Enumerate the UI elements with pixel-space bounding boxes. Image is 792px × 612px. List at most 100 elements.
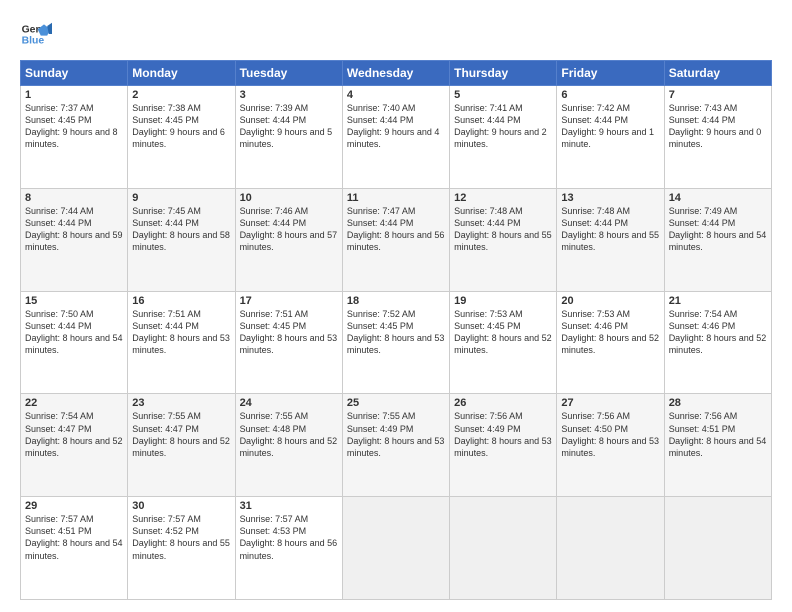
calendar-day-cell: 8 Sunrise: 7:44 AMSunset: 4:44 PMDayligh…	[21, 188, 128, 291]
calendar-day-cell: 26 Sunrise: 7:56 AMSunset: 4:49 PMDaylig…	[450, 394, 557, 497]
calendar-day-cell: 12 Sunrise: 7:48 AMSunset: 4:44 PMDaylig…	[450, 188, 557, 291]
calendar-day-cell: 5 Sunrise: 7:41 AMSunset: 4:44 PMDayligh…	[450, 86, 557, 189]
calendar-day-cell: 22 Sunrise: 7:54 AMSunset: 4:47 PMDaylig…	[21, 394, 128, 497]
calendar-day-cell: 23 Sunrise: 7:55 AMSunset: 4:47 PMDaylig…	[128, 394, 235, 497]
day-number: 10	[240, 192, 338, 204]
day-info: Sunrise: 7:53 AMSunset: 4:45 PMDaylight:…	[454, 308, 552, 357]
calendar-day-cell: 6 Sunrise: 7:42 AMSunset: 4:44 PMDayligh…	[557, 86, 664, 189]
calendar-day-cell: 24 Sunrise: 7:55 AMSunset: 4:48 PMDaylig…	[235, 394, 342, 497]
day-info: Sunrise: 7:39 AMSunset: 4:44 PMDaylight:…	[240, 102, 338, 151]
day-number: 6	[561, 89, 659, 101]
day-number: 25	[347, 397, 445, 409]
calendar-day-cell: 10 Sunrise: 7:46 AMSunset: 4:44 PMDaylig…	[235, 188, 342, 291]
calendar-day-cell: 20 Sunrise: 7:53 AMSunset: 4:46 PMDaylig…	[557, 291, 664, 394]
calendar-week-row: 29 Sunrise: 7:57 AMSunset: 4:51 PMDaylig…	[21, 497, 772, 600]
logo-icon: General Blue	[20, 18, 52, 50]
calendar-day-cell: 2 Sunrise: 7:38 AMSunset: 4:45 PMDayligh…	[128, 86, 235, 189]
day-number: 31	[240, 500, 338, 512]
day-info: Sunrise: 7:48 AMSunset: 4:44 PMDaylight:…	[454, 205, 552, 254]
day-number: 16	[132, 295, 230, 307]
day-number: 24	[240, 397, 338, 409]
day-info: Sunrise: 7:53 AMSunset: 4:46 PMDaylight:…	[561, 308, 659, 357]
day-info: Sunrise: 7:55 AMSunset: 4:47 PMDaylight:…	[132, 410, 230, 459]
day-info: Sunrise: 7:40 AMSunset: 4:44 PMDaylight:…	[347, 102, 445, 151]
day-number: 9	[132, 192, 230, 204]
day-info: Sunrise: 7:37 AMSunset: 4:45 PMDaylight:…	[25, 102, 123, 151]
calendar-week-row: 15 Sunrise: 7:50 AMSunset: 4:44 PMDaylig…	[21, 291, 772, 394]
day-number: 23	[132, 397, 230, 409]
calendar-empty-cell	[557, 497, 664, 600]
day-number: 21	[669, 295, 767, 307]
svg-text:Blue: Blue	[22, 36, 45, 47]
calendar-day-cell: 13 Sunrise: 7:48 AMSunset: 4:44 PMDaylig…	[557, 188, 664, 291]
day-info: Sunrise: 7:55 AMSunset: 4:48 PMDaylight:…	[240, 410, 338, 459]
calendar-header-friday: Friday	[557, 61, 664, 86]
calendar-day-cell: 9 Sunrise: 7:45 AMSunset: 4:44 PMDayligh…	[128, 188, 235, 291]
day-number: 20	[561, 295, 659, 307]
day-info: Sunrise: 7:41 AMSunset: 4:44 PMDaylight:…	[454, 102, 552, 151]
day-info: Sunrise: 7:51 AMSunset: 4:44 PMDaylight:…	[132, 308, 230, 357]
day-info: Sunrise: 7:45 AMSunset: 4:44 PMDaylight:…	[132, 205, 230, 254]
day-number: 17	[240, 295, 338, 307]
day-number: 26	[454, 397, 552, 409]
day-info: Sunrise: 7:42 AMSunset: 4:44 PMDaylight:…	[561, 102, 659, 151]
day-number: 19	[454, 295, 552, 307]
day-info: Sunrise: 7:54 AMSunset: 4:47 PMDaylight:…	[25, 410, 123, 459]
day-info: Sunrise: 7:38 AMSunset: 4:45 PMDaylight:…	[132, 102, 230, 151]
day-info: Sunrise: 7:57 AMSunset: 4:51 PMDaylight:…	[25, 513, 123, 562]
day-info: Sunrise: 7:56 AMSunset: 4:51 PMDaylight:…	[669, 410, 767, 459]
calendar-week-row: 1 Sunrise: 7:37 AMSunset: 4:45 PMDayligh…	[21, 86, 772, 189]
calendar-day-cell: 18 Sunrise: 7:52 AMSunset: 4:45 PMDaylig…	[342, 291, 449, 394]
calendar-week-row: 22 Sunrise: 7:54 AMSunset: 4:47 PMDaylig…	[21, 394, 772, 497]
calendar-header-tuesday: Tuesday	[235, 61, 342, 86]
calendar-header-sunday: Sunday	[21, 61, 128, 86]
calendar-day-cell: 30 Sunrise: 7:57 AMSunset: 4:52 PMDaylig…	[128, 497, 235, 600]
calendar-day-cell: 29 Sunrise: 7:57 AMSunset: 4:51 PMDaylig…	[21, 497, 128, 600]
calendar-day-cell: 3 Sunrise: 7:39 AMSunset: 4:44 PMDayligh…	[235, 86, 342, 189]
day-number: 27	[561, 397, 659, 409]
day-number: 12	[454, 192, 552, 204]
day-number: 7	[669, 89, 767, 101]
day-info: Sunrise: 7:56 AMSunset: 4:50 PMDaylight:…	[561, 410, 659, 459]
day-number: 2	[132, 89, 230, 101]
day-info: Sunrise: 7:47 AMSunset: 4:44 PMDaylight:…	[347, 205, 445, 254]
day-number: 13	[561, 192, 659, 204]
day-info: Sunrise: 7:48 AMSunset: 4:44 PMDaylight:…	[561, 205, 659, 254]
day-number: 30	[132, 500, 230, 512]
calendar-header-monday: Monday	[128, 61, 235, 86]
calendar-week-row: 8 Sunrise: 7:44 AMSunset: 4:44 PMDayligh…	[21, 188, 772, 291]
day-info: Sunrise: 7:54 AMSunset: 4:46 PMDaylight:…	[669, 308, 767, 357]
calendar-day-cell: 17 Sunrise: 7:51 AMSunset: 4:45 PMDaylig…	[235, 291, 342, 394]
calendar-day-cell: 21 Sunrise: 7:54 AMSunset: 4:46 PMDaylig…	[664, 291, 771, 394]
logo: General Blue	[20, 18, 58, 50]
calendar-day-cell: 31 Sunrise: 7:57 AMSunset: 4:53 PMDaylig…	[235, 497, 342, 600]
calendar-day-cell: 4 Sunrise: 7:40 AMSunset: 4:44 PMDayligh…	[342, 86, 449, 189]
header: General Blue	[20, 18, 772, 50]
calendar-day-cell: 1 Sunrise: 7:37 AMSunset: 4:45 PMDayligh…	[21, 86, 128, 189]
day-number: 11	[347, 192, 445, 204]
day-number: 15	[25, 295, 123, 307]
day-info: Sunrise: 7:44 AMSunset: 4:44 PMDaylight:…	[25, 205, 123, 254]
day-number: 14	[669, 192, 767, 204]
calendar-day-cell: 14 Sunrise: 7:49 AMSunset: 4:44 PMDaylig…	[664, 188, 771, 291]
calendar-header-thursday: Thursday	[450, 61, 557, 86]
day-info: Sunrise: 7:55 AMSunset: 4:49 PMDaylight:…	[347, 410, 445, 459]
day-info: Sunrise: 7:52 AMSunset: 4:45 PMDaylight:…	[347, 308, 445, 357]
calendar-empty-cell	[450, 497, 557, 600]
day-number: 22	[25, 397, 123, 409]
day-info: Sunrise: 7:57 AMSunset: 4:53 PMDaylight:…	[240, 513, 338, 562]
day-info: Sunrise: 7:50 AMSunset: 4:44 PMDaylight:…	[25, 308, 123, 357]
calendar-day-cell: 27 Sunrise: 7:56 AMSunset: 4:50 PMDaylig…	[557, 394, 664, 497]
calendar-day-cell: 15 Sunrise: 7:50 AMSunset: 4:44 PMDaylig…	[21, 291, 128, 394]
day-number: 4	[347, 89, 445, 101]
day-number: 1	[25, 89, 123, 101]
day-number: 3	[240, 89, 338, 101]
calendar-day-cell: 28 Sunrise: 7:56 AMSunset: 4:51 PMDaylig…	[664, 394, 771, 497]
calendar-day-cell: 25 Sunrise: 7:55 AMSunset: 4:49 PMDaylig…	[342, 394, 449, 497]
day-number: 8	[25, 192, 123, 204]
calendar-empty-cell	[664, 497, 771, 600]
calendar-day-cell: 7 Sunrise: 7:43 AMSunset: 4:44 PMDayligh…	[664, 86, 771, 189]
day-info: Sunrise: 7:43 AMSunset: 4:44 PMDaylight:…	[669, 102, 767, 151]
calendar-header-saturday: Saturday	[664, 61, 771, 86]
calendar-day-cell: 16 Sunrise: 7:51 AMSunset: 4:44 PMDaylig…	[128, 291, 235, 394]
